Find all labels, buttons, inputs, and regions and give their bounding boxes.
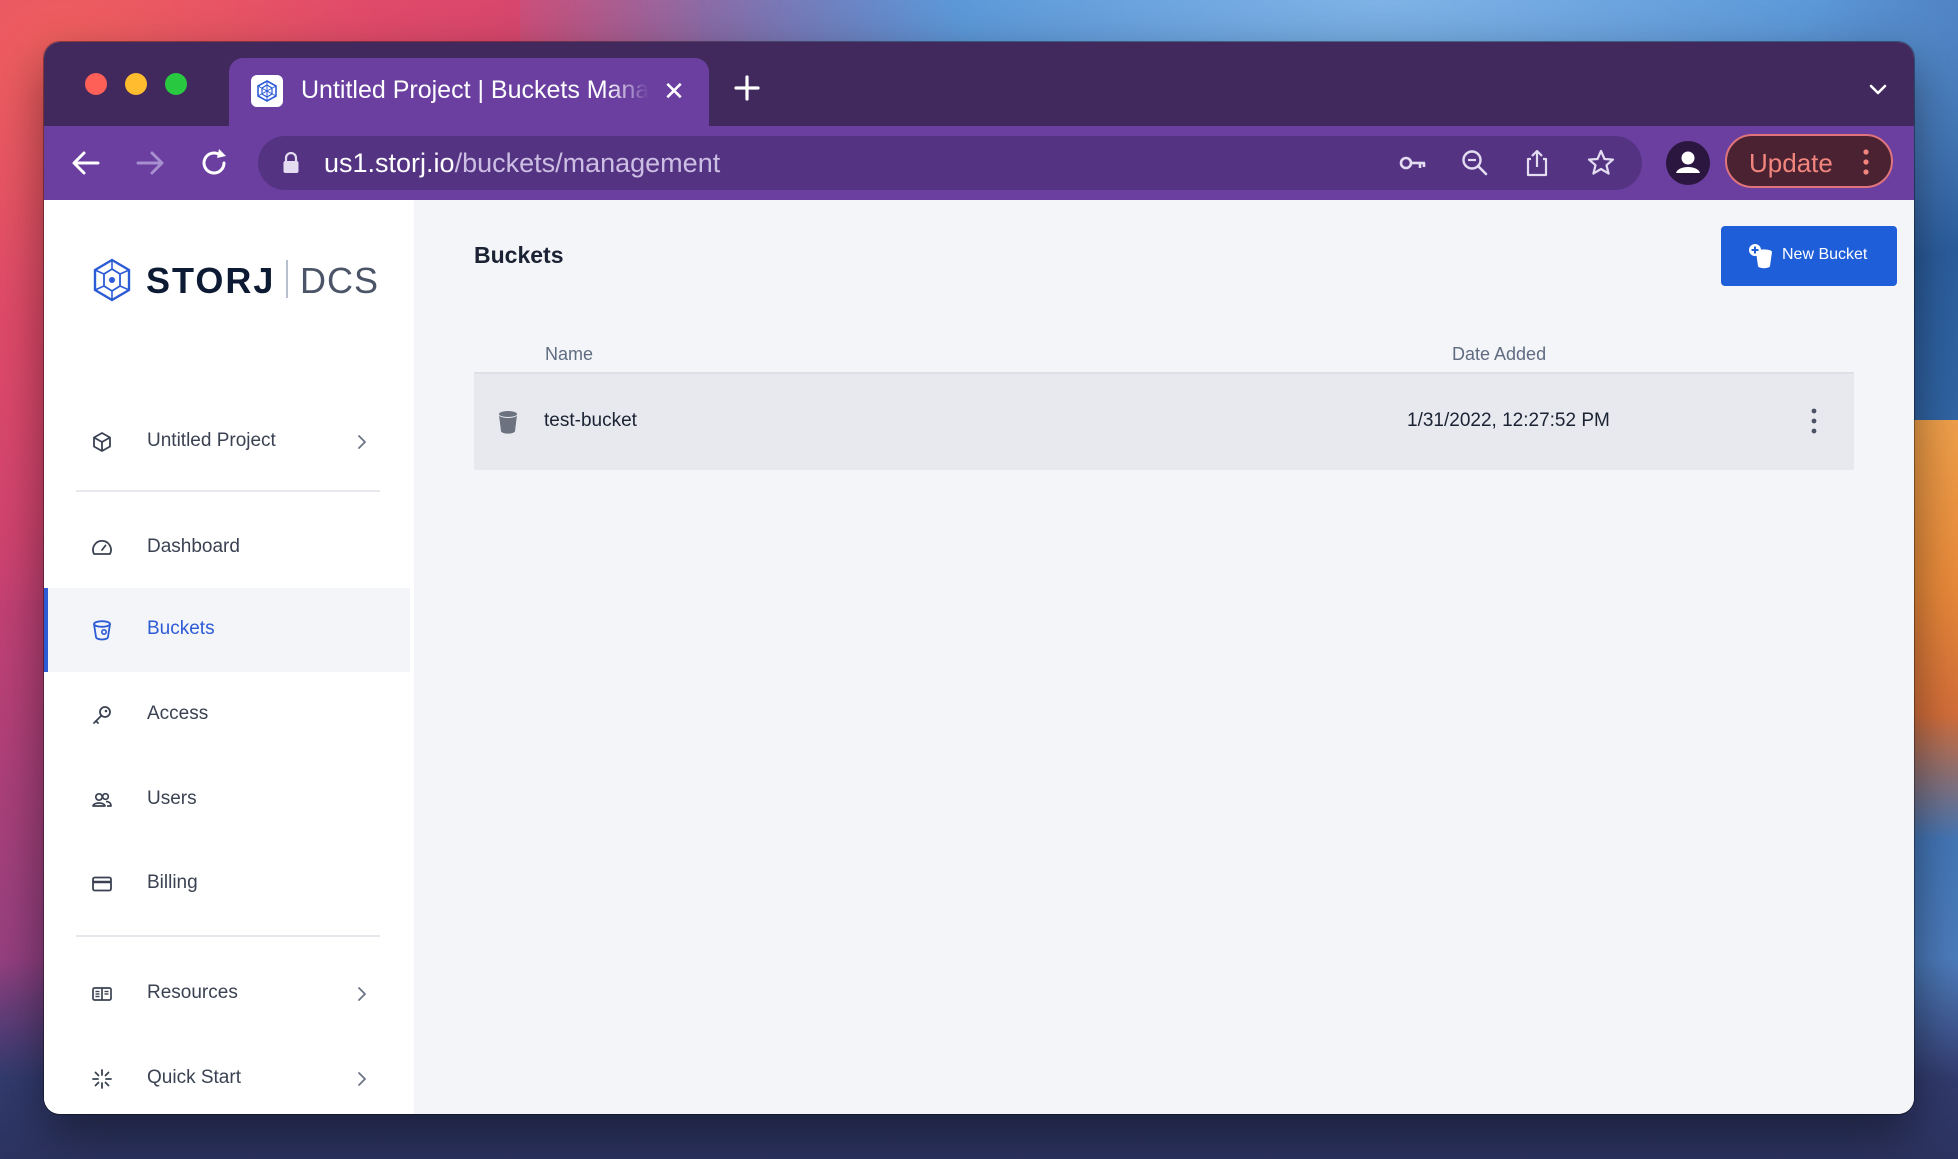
chevron-right-icon — [354, 433, 370, 451]
sidebar-item-dashboard[interactable]: Dashboard — [44, 506, 410, 590]
fullscreen-window-button[interactable] — [165, 73, 187, 95]
tab-title: Untitled Project | Buckets Management — [301, 76, 649, 104]
sidebar-item-access[interactable]: Access — [44, 673, 410, 757]
back-arrow-icon[interactable] — [67, 144, 105, 182]
minimize-window-button[interactable] — [125, 73, 147, 95]
users-icon — [90, 788, 114, 812]
brand-name: STORJ — [146, 260, 276, 301]
sidebar-item-label: Resources — [147, 982, 238, 1003]
cube-icon — [90, 430, 114, 454]
sidebar-item-billing[interactable]: Billing — [44, 842, 410, 926]
more-vertical-icon — [1863, 149, 1869, 175]
gauge-icon — [90, 536, 114, 560]
address-bar[interactable]: us1.storj.io/buckets/management — [258, 136, 1642, 190]
storj-dcs-logo[interactable]: STORJ DCS — [90, 252, 390, 308]
bucket-name: test-bucket — [544, 410, 637, 431]
chevron-right-icon — [354, 985, 370, 1003]
project-selector[interactable]: Untitled Project — [44, 400, 410, 484]
main-content: Buckets New Bucket Name Date Added test-… — [414, 200, 1914, 1114]
url-host: us1.storj.io — [324, 148, 455, 178]
project-label: Untitled Project — [147, 430, 276, 451]
update-button[interactable]: Update — [1725, 134, 1893, 188]
key-icon — [90, 703, 114, 727]
sidebar-item-users[interactable]: Users — [44, 758, 410, 842]
share-icon[interactable] — [1522, 148, 1552, 178]
lock-icon — [282, 151, 300, 174]
close-tab-icon[interactable]: ✕ — [659, 76, 689, 106]
url-text: us1.storj.io/buckets/management — [324, 148, 720, 179]
book-icon — [90, 982, 114, 1006]
bookmark-star-icon[interactable] — [1586, 148, 1616, 178]
browser-window: Untitled Project | Buckets Management ✕ — [44, 42, 1914, 1114]
add-bucket-icon — [1747, 242, 1775, 270]
storj-logo-icon — [90, 258, 134, 302]
sidebar-item-resources[interactable]: Resources — [44, 952, 410, 1036]
table-row[interactable]: test-bucket 1/31/2022, 12:27:52 PM — [474, 374, 1854, 470]
password-key-icon[interactable] — [1398, 148, 1428, 178]
close-window-button[interactable] — [85, 73, 107, 95]
page-title: Buckets — [474, 242, 564, 268]
sidebar-item-quick-start[interactable]: Quick Start — [44, 1037, 410, 1114]
bucket-date-added: 1/31/2022, 12:27:52 PM — [1407, 410, 1610, 431]
brand-suffix: DCS — [300, 260, 380, 301]
title-bar: Untitled Project | Buckets Management ✕ — [44, 42, 1914, 126]
sidebar-item-label: Buckets — [147, 618, 215, 639]
browser-tab[interactable]: Untitled Project | Buckets Management ✕ — [229, 58, 709, 126]
brand-separator — [286, 260, 288, 298]
sidebar-divider — [76, 490, 380, 492]
reload-icon[interactable] — [195, 144, 233, 182]
sidebar-item-label: Users — [147, 788, 197, 809]
column-header-date[interactable]: Date Added — [1452, 344, 1546, 365]
sidebar-item-label: Billing — [147, 872, 198, 893]
bucket-icon — [90, 618, 114, 642]
browser-toolbar: us1.storj.io/buckets/management Update — [44, 126, 1914, 200]
sidebar-item-label: Quick Start — [147, 1067, 241, 1088]
new-bucket-button[interactable]: New Bucket — [1721, 226, 1897, 286]
zoom-out-icon[interactable] — [1460, 148, 1490, 178]
sidebar-item-label: Dashboard — [147, 536, 240, 557]
column-header-name[interactable]: Name — [545, 344, 593, 365]
sidebar-divider — [76, 935, 380, 937]
url-path: /buckets/management — [454, 148, 721, 178]
bucket-icon — [498, 410, 518, 434]
sidebar: STORJ DCS Untitled Project Dashboard Buc… — [44, 200, 418, 1114]
storj-favicon-icon — [251, 75, 283, 107]
chevron-right-icon — [354, 1070, 370, 1088]
new-tab-icon[interactable] — [729, 70, 765, 106]
sparkle-icon — [90, 1067, 114, 1091]
credit-card-icon — [90, 872, 114, 896]
sidebar-item-buckets[interactable]: Buckets — [44, 588, 410, 672]
forward-arrow-icon[interactable] — [131, 144, 169, 182]
profile-avatar-icon[interactable] — [1666, 141, 1710, 185]
update-label: Update — [1749, 148, 1833, 178]
chevron-down-icon[interactable] — [1866, 78, 1890, 102]
sidebar-item-label: Access — [147, 703, 209, 724]
more-vertical-icon[interactable] — [1800, 406, 1828, 436]
new-bucket-label: New Bucket — [1782, 246, 1868, 263]
